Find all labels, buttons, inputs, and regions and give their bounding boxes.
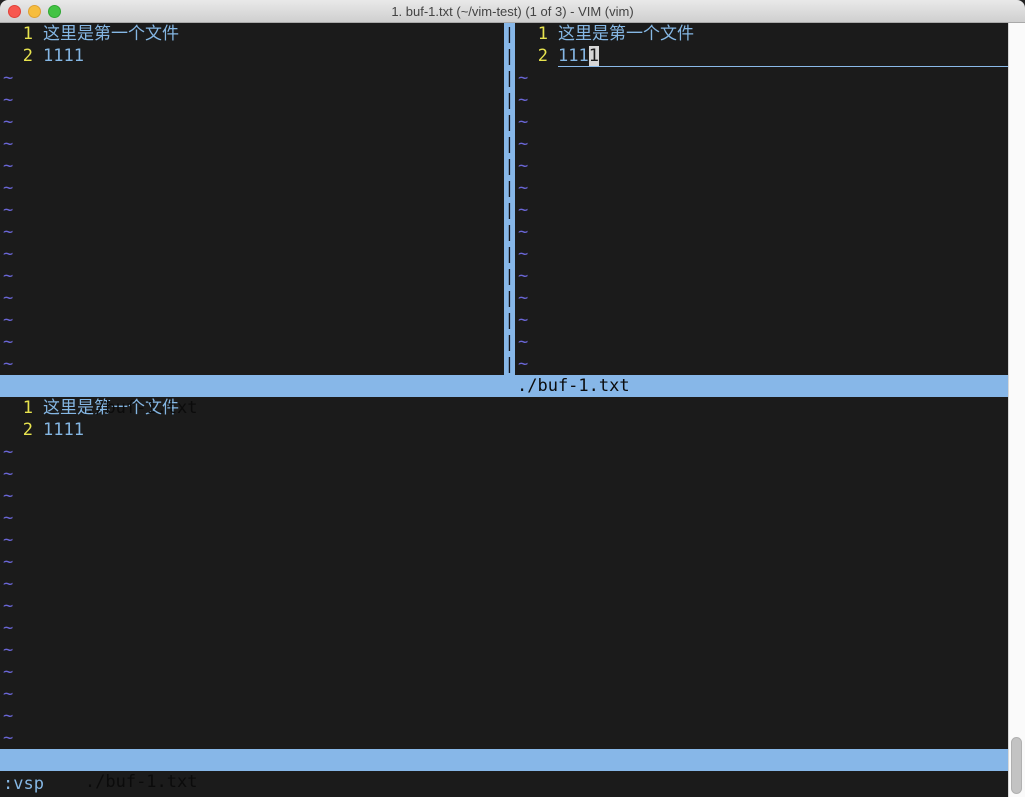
tilde-line: ~ <box>0 727 1008 749</box>
statusline-bottom[interactable]: ./buf-1.txt <box>0 749 1008 771</box>
tilde-line: ~ <box>0 265 504 287</box>
titlebar[interactable]: 1. buf-1.txt (~/vim-test) (1 of 3) - VIM… <box>0 0 1025 23</box>
statusline-filename: ./buf-1.txt <box>82 772 198 792</box>
buffer-text: 1111 <box>43 45 84 67</box>
buffer-line[interactable]: 1 这里是第一个文件 <box>515 23 1008 45</box>
top-split-windows: 1这里是第一个文件 21111 ~~~~~~~~~~~~~~ |||||||||… <box>0 23 1008 375</box>
scrollbar-thumb[interactable] <box>1011 737 1022 794</box>
tilde-line: ~ <box>515 111 1008 133</box>
tilde-line: ~ <box>0 243 504 265</box>
separator-glyph: | <box>504 45 515 67</box>
tilde-line: ~ <box>515 221 1008 243</box>
tilde-line: ~ <box>515 265 1008 287</box>
separator-glyph: | <box>504 331 515 353</box>
tilde-line: ~ <box>0 331 504 353</box>
scrollbar[interactable] <box>1008 23 1025 797</box>
buffer-line-cursor[interactable]: 2 1111 <box>515 45 1008 67</box>
tilde-line: ~ <box>0 507 1008 529</box>
vim-window-top-right[interactable]: 1这里是第一个文件 21111 ~~~~~~~~~~~~~~ <box>515 23 1008 375</box>
tilde-line: ~ <box>515 155 1008 177</box>
tilde-line: ~ <box>0 617 1008 639</box>
separator-glyph: | <box>504 221 515 243</box>
separator-glyph: | <box>504 287 515 309</box>
tilde-line: ~ <box>0 155 504 177</box>
tilde-line: ~ <box>0 67 504 89</box>
separator-glyph: | <box>504 155 515 177</box>
separator-glyph: | <box>504 111 515 133</box>
tilde-line: ~ <box>0 177 504 199</box>
buffer-line[interactable]: 21111 <box>0 419 1008 441</box>
line-number: 2 <box>3 45 33 67</box>
statusline-filename-right: ./buf-1.txt <box>517 375 630 397</box>
tilde-line: ~ <box>0 111 504 133</box>
separator-glyph: | <box>504 199 515 221</box>
statusline-top[interactable]: ./buf-1.txt ./buf-1.txt <box>0 375 1008 397</box>
line-number: 1 <box>518 23 548 45</box>
separator-glyph: | <box>504 177 515 199</box>
separator-glyph: | <box>504 133 515 155</box>
tilde-line: ~ <box>0 683 1008 705</box>
line-number: 2 <box>518 45 548 67</box>
tilde-line: ~ <box>0 595 1008 617</box>
buffer-text: 这里是第一个文件 <box>558 23 694 45</box>
vim-window-bottom[interactable]: 1这里是第一个文件 21111 ~~~~~~~~~~~~~~ <box>0 397 1008 749</box>
separator-glyph: | <box>504 309 515 331</box>
buffer-line[interactable]: 1 这里是第一个文件 <box>0 23 504 45</box>
tilde-line: ~ <box>515 89 1008 111</box>
tilde-line: ~ <box>0 89 504 111</box>
tilde-line: ~ <box>515 309 1008 331</box>
tilde-line: ~ <box>0 705 1008 727</box>
tilde-line: ~ <box>0 551 1008 573</box>
buffer-text: 这里是第一个文件 <box>43 23 179 45</box>
buffer-line[interactable]: 2 1111 <box>0 45 504 67</box>
tilde-line: ~ <box>515 67 1008 89</box>
tilde-line: ~ <box>515 331 1008 353</box>
tilde-line: ~ <box>0 573 1008 595</box>
tilde-line: ~ <box>0 441 1008 463</box>
empty-buffer-lines: ~~~~~~~~~~~~~~ <box>0 441 1008 749</box>
tilde-line: ~ <box>0 529 1008 551</box>
vertical-split-separator[interactable]: |||||||||||||||| <box>504 23 515 375</box>
window-title: 1. buf-1.txt (~/vim-test) (1 of 3) - VIM… <box>0 0 1025 23</box>
cursor-line-underline: 1111 <box>558 45 1008 67</box>
separator-glyph: | <box>504 265 515 287</box>
separator-glyph: | <box>504 67 515 89</box>
tilde-line: ~ <box>0 661 1008 683</box>
tilde-line: ~ <box>515 199 1008 221</box>
vim-cursor: 1 <box>589 46 599 66</box>
empty-buffer-lines: ~~~~~~~~~~~~~~ <box>0 67 504 375</box>
tilde-line: ~ <box>0 221 504 243</box>
vim-main-area: 1这里是第一个文件 21111 ~~~~~~~~~~~~~~ |||||||||… <box>0 23 1025 797</box>
tilde-line: ~ <box>0 485 1008 507</box>
tilde-line: ~ <box>0 287 504 309</box>
line-number: 1 <box>3 23 33 45</box>
empty-buffer-lines: ~~~~~~~~~~~~~~ <box>515 67 1008 375</box>
vim-window-top-left[interactable]: 1这里是第一个文件 21111 ~~~~~~~~~~~~~~ <box>0 23 504 375</box>
separator-glyph: | <box>504 23 515 45</box>
vim-screen: 1这里是第一个文件 21111 ~~~~~~~~~~~~~~ |||||||||… <box>0 23 1008 797</box>
tilde-line: ~ <box>0 639 1008 661</box>
separator-glyph: | <box>504 89 515 111</box>
tilde-line: ~ <box>0 133 504 155</box>
separator-glyph: | <box>504 243 515 265</box>
tilde-line: ~ <box>515 287 1008 309</box>
tilde-line: ~ <box>515 353 1008 375</box>
statusline-filename-left: ./buf-1.txt <box>82 398 198 418</box>
tilde-line: ~ <box>515 133 1008 155</box>
tilde-line: ~ <box>515 243 1008 265</box>
macvim-window: 1. buf-1.txt (~/vim-test) (1 of 3) - VIM… <box>0 0 1025 797</box>
buffer-text: 111 <box>558 46 589 66</box>
tilde-line: ~ <box>0 463 1008 485</box>
tilde-line: ~ <box>0 199 504 221</box>
tilde-line: ~ <box>0 353 504 375</box>
tilde-line: ~ <box>515 177 1008 199</box>
separator-glyph: | <box>504 353 515 375</box>
tilde-line: ~ <box>0 309 504 331</box>
